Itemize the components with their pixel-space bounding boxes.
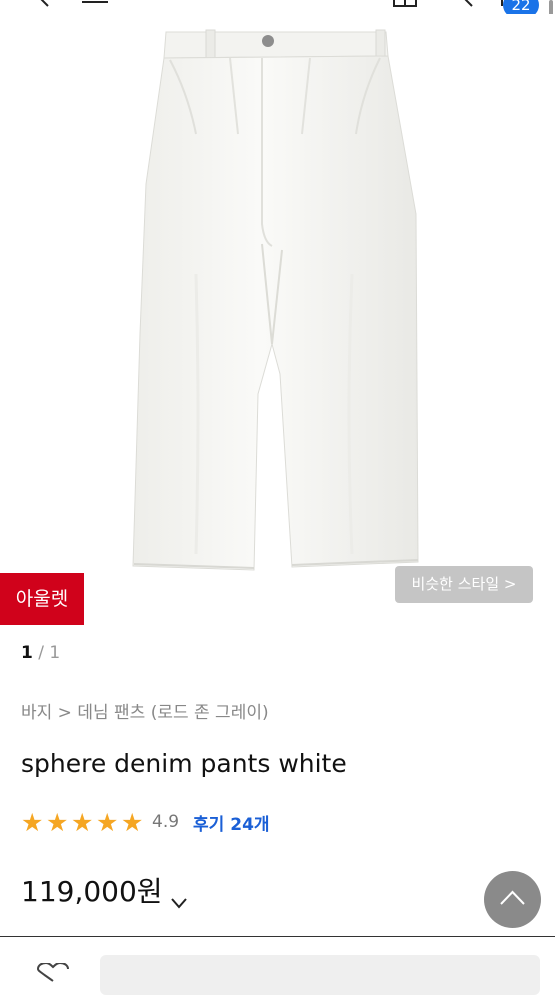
home-icon[interactable] [392, 0, 418, 12]
image-pager: 1 / 1 [21, 643, 60, 663]
price-row[interactable]: 119,000원 [21, 870, 187, 910]
chevron-down-icon[interactable] [170, 883, 187, 909]
star-icon: ★ [46, 807, 69, 837]
rating-score: 4.9 [152, 812, 180, 832]
chevron-up-icon [500, 890, 525, 905]
pager-separator: / [32, 643, 50, 663]
category-breadcrumb[interactable]: 바지 > 데님 팬츠 (로드 존 그레이) [21, 698, 269, 723]
star-icon: ★ [21, 807, 44, 837]
review-count-link[interactable]: 후기 24개 [193, 810, 270, 835]
product-title: sphere denim pants white [21, 749, 347, 778]
top-bar: 22 [0, 0, 555, 18]
product-image[interactable] [0, 14, 555, 574]
pager-total: 1 [49, 643, 61, 663]
heart-icon[interactable] [36, 961, 70, 987]
scroll-to-top-button[interactable] [484, 871, 541, 928]
star-icon: ★ [71, 807, 94, 837]
purchase-bar[interactable] [100, 955, 540, 995]
outlet-badge: 아울렛 [0, 573, 84, 625]
chevron-left-icon[interactable] [34, 0, 54, 12]
search-icon[interactable] [452, 0, 474, 12]
star-icon: ★ [121, 807, 144, 837]
rating-row: ★ ★ ★ ★ ★ 4.9 후기 24개 [21, 808, 270, 836]
star-icon: ★ [96, 807, 119, 837]
divider [0, 936, 555, 937]
pager-current: 1 [21, 643, 33, 663]
hamburger-icon[interactable] [82, 0, 108, 10]
product-price: 119,000원 [21, 875, 163, 908]
similar-style-button[interactable]: 비슷한 스타일 > [395, 566, 533, 603]
